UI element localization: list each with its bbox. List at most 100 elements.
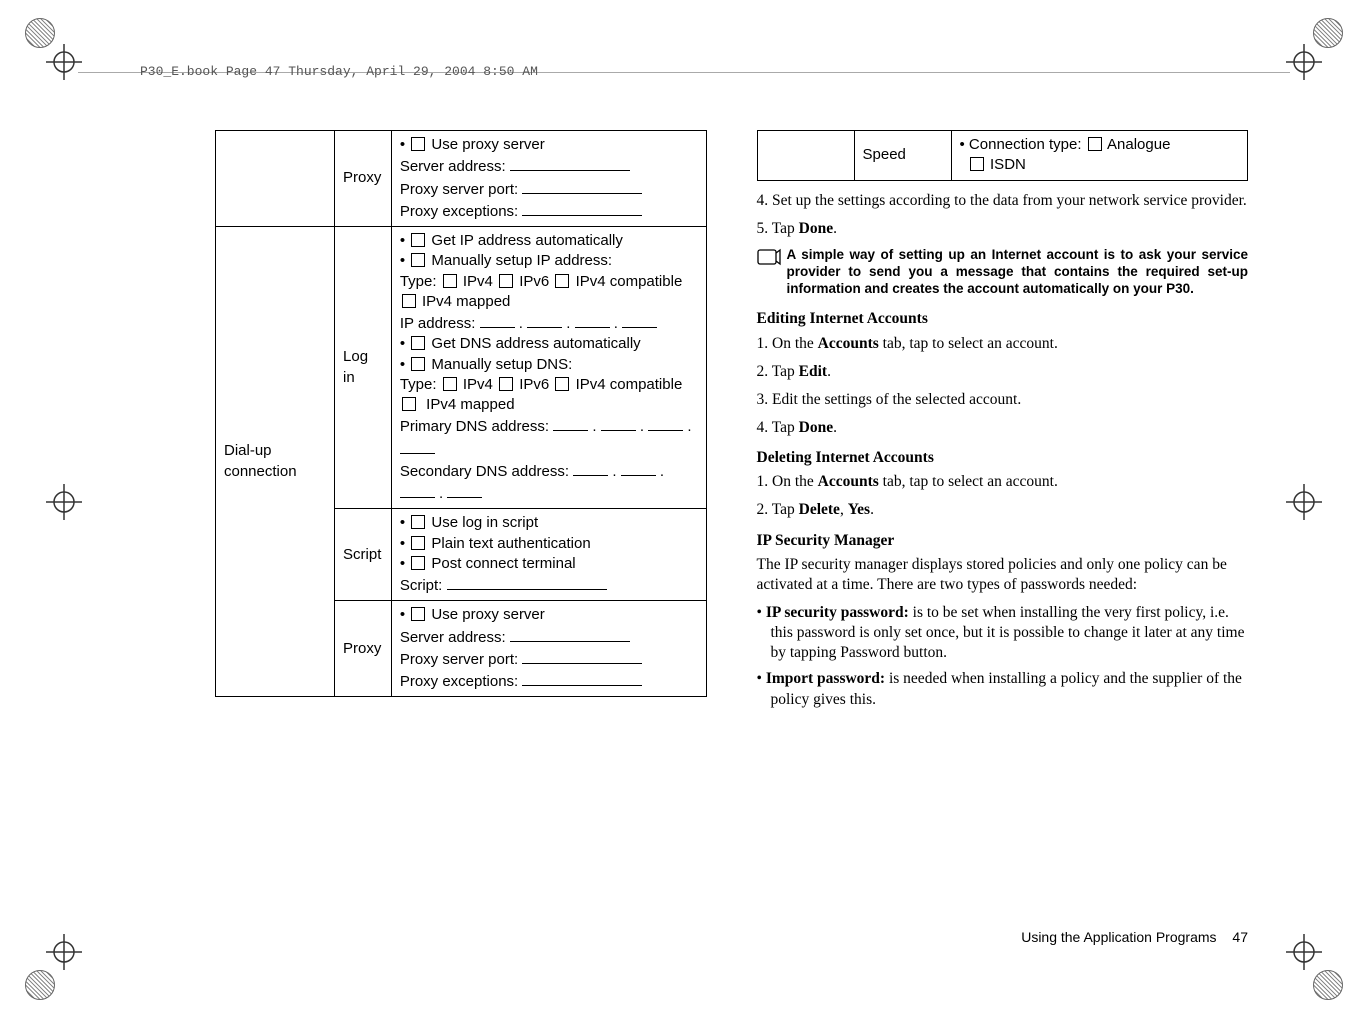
checkbox-icon <box>411 357 425 371</box>
text: Get DNS address automatically <box>431 335 640 352</box>
registration-mark-icon <box>1282 480 1326 524</box>
checkbox-icon <box>555 274 569 288</box>
blank-line <box>575 312 610 328</box>
text: Server address: <box>400 158 506 175</box>
text: Script: <box>400 577 443 594</box>
table-cell: Dial-up connection <box>216 227 335 697</box>
text: Connection type: <box>969 136 1082 153</box>
checkbox-icon <box>555 377 569 391</box>
blank-line <box>480 312 515 328</box>
text: Type: <box>400 273 437 290</box>
table-cell: Proxy <box>335 601 392 697</box>
blank-line <box>400 438 435 454</box>
blank-line <box>622 312 657 328</box>
text: Use proxy server <box>431 136 544 153</box>
text: Done <box>799 220 833 237</box>
text: IPv4 mapped <box>426 396 514 413</box>
text: IPv6 <box>519 376 549 393</box>
blank-line <box>522 670 642 686</box>
settings-table: Proxy • Use proxy server Server address:… <box>215 130 707 697</box>
text: 5. Tap <box>757 220 799 237</box>
blank-line <box>447 574 607 590</box>
print-ornament <box>1313 970 1343 1000</box>
text: ISDN <box>990 156 1026 173</box>
checkbox-icon <box>402 294 416 308</box>
registration-mark-icon <box>42 480 86 524</box>
table-cell: • Use proxy server Server address: Proxy… <box>391 601 706 697</box>
text: Use log in script <box>431 514 538 531</box>
text: Analogue <box>1107 136 1170 153</box>
numbered-step: 2. Tap Edit. <box>757 362 1249 382</box>
subheading: Deleting Internet Accounts <box>757 448 1249 468</box>
registration-mark-icon <box>1282 40 1326 84</box>
note-text: A simple way of setting up an Internet a… <box>787 247 1249 298</box>
numbered-step: 4. Set up the settings according to the … <box>757 191 1249 211</box>
text: Primary DNS address: <box>400 418 549 435</box>
subheading: Editing Internet Accounts <box>757 309 1249 329</box>
registration-mark-icon <box>1282 930 1326 974</box>
bullet-item: • IP security password: is to be set whe… <box>757 603 1249 663</box>
checkbox-icon <box>970 157 984 171</box>
page-number: 47 <box>1232 929 1248 945</box>
text: . <box>833 220 837 237</box>
table-cell: Script <box>335 509 392 601</box>
numbered-step: 5. Tap Done. <box>757 219 1249 239</box>
checkbox-icon <box>411 607 425 621</box>
registration-mark-icon <box>42 930 86 974</box>
text: Manually setup DNS: <box>431 356 572 373</box>
numbered-step: 2. Tap Delete, Yes. <box>757 500 1249 520</box>
text: Post connect terminal <box>431 555 575 572</box>
text: Proxy server port: <box>400 651 518 668</box>
text: IPv4 mapped <box>422 293 510 310</box>
page-footer: Using the Application Programs 47 <box>1021 928 1248 946</box>
numbered-step: 3. Edit the settings of the selected acc… <box>757 390 1249 410</box>
left-column: Proxy • Use proxy server Server address:… <box>215 130 707 924</box>
note-callout: A simple way of setting up an Internet a… <box>757 247 1249 298</box>
table-cell: • Use proxy server Server address: Proxy… <box>391 131 706 227</box>
checkbox-icon <box>499 274 513 288</box>
blank-line <box>522 648 642 664</box>
table-cell: • Connection type: Analogue ISDN <box>951 131 1248 181</box>
checkbox-icon <box>443 377 457 391</box>
text: Secondary DNS address: <box>400 463 569 480</box>
checkbox-icon <box>411 515 425 529</box>
blank-line <box>510 155 630 171</box>
checkbox-icon <box>499 377 513 391</box>
paragraph: The IP security manager displays stored … <box>757 555 1249 595</box>
text: IPv4 <box>463 376 493 393</box>
blank-line <box>400 482 435 498</box>
right-column: Speed • Connection type: Analogue ISDN 4… <box>757 130 1249 924</box>
text: Get IP address automatically <box>431 232 622 249</box>
text: Server address: <box>400 629 506 646</box>
subheading: IP Security Manager <box>757 531 1249 551</box>
checkbox-icon <box>411 336 425 350</box>
checkbox-icon <box>402 397 416 411</box>
numbered-step: 1. On the Accounts tab, tap to select an… <box>757 334 1249 354</box>
table-cell: Proxy <box>335 131 392 227</box>
text: IPv4 <box>463 273 493 290</box>
text: Manually setup IP address: <box>431 252 612 269</box>
note-icon <box>757 247 781 298</box>
numbered-step: 1. On the Accounts tab, tap to select an… <box>757 472 1249 492</box>
blank-line <box>648 415 683 431</box>
table-cell: • Get IP address automatically • Manuall… <box>391 227 706 509</box>
text: IPv4 compatible <box>576 273 683 290</box>
numbered-step: 4. Tap Done. <box>757 418 1249 438</box>
checkbox-icon <box>1088 137 1102 151</box>
print-ornament <box>25 970 55 1000</box>
checkbox-icon <box>411 536 425 550</box>
running-header: P30_E.book Page 47 Thursday, April 29, 2… <box>140 64 538 79</box>
checkbox-icon <box>411 556 425 570</box>
table-cell: Log in <box>335 227 392 509</box>
blank-line <box>510 626 630 642</box>
blank-line <box>522 178 642 194</box>
text: IP address: <box>400 315 476 332</box>
registration-mark-icon <box>42 40 86 84</box>
text: Proxy server port: <box>400 181 518 198</box>
text: IPv4 compatible <box>576 376 683 393</box>
blank-line <box>527 312 562 328</box>
checkbox-icon <box>411 233 425 247</box>
table-cell: • Use log in script • Plain text authent… <box>391 509 706 601</box>
blank-line <box>522 200 642 216</box>
text: IPv6 <box>519 273 549 290</box>
